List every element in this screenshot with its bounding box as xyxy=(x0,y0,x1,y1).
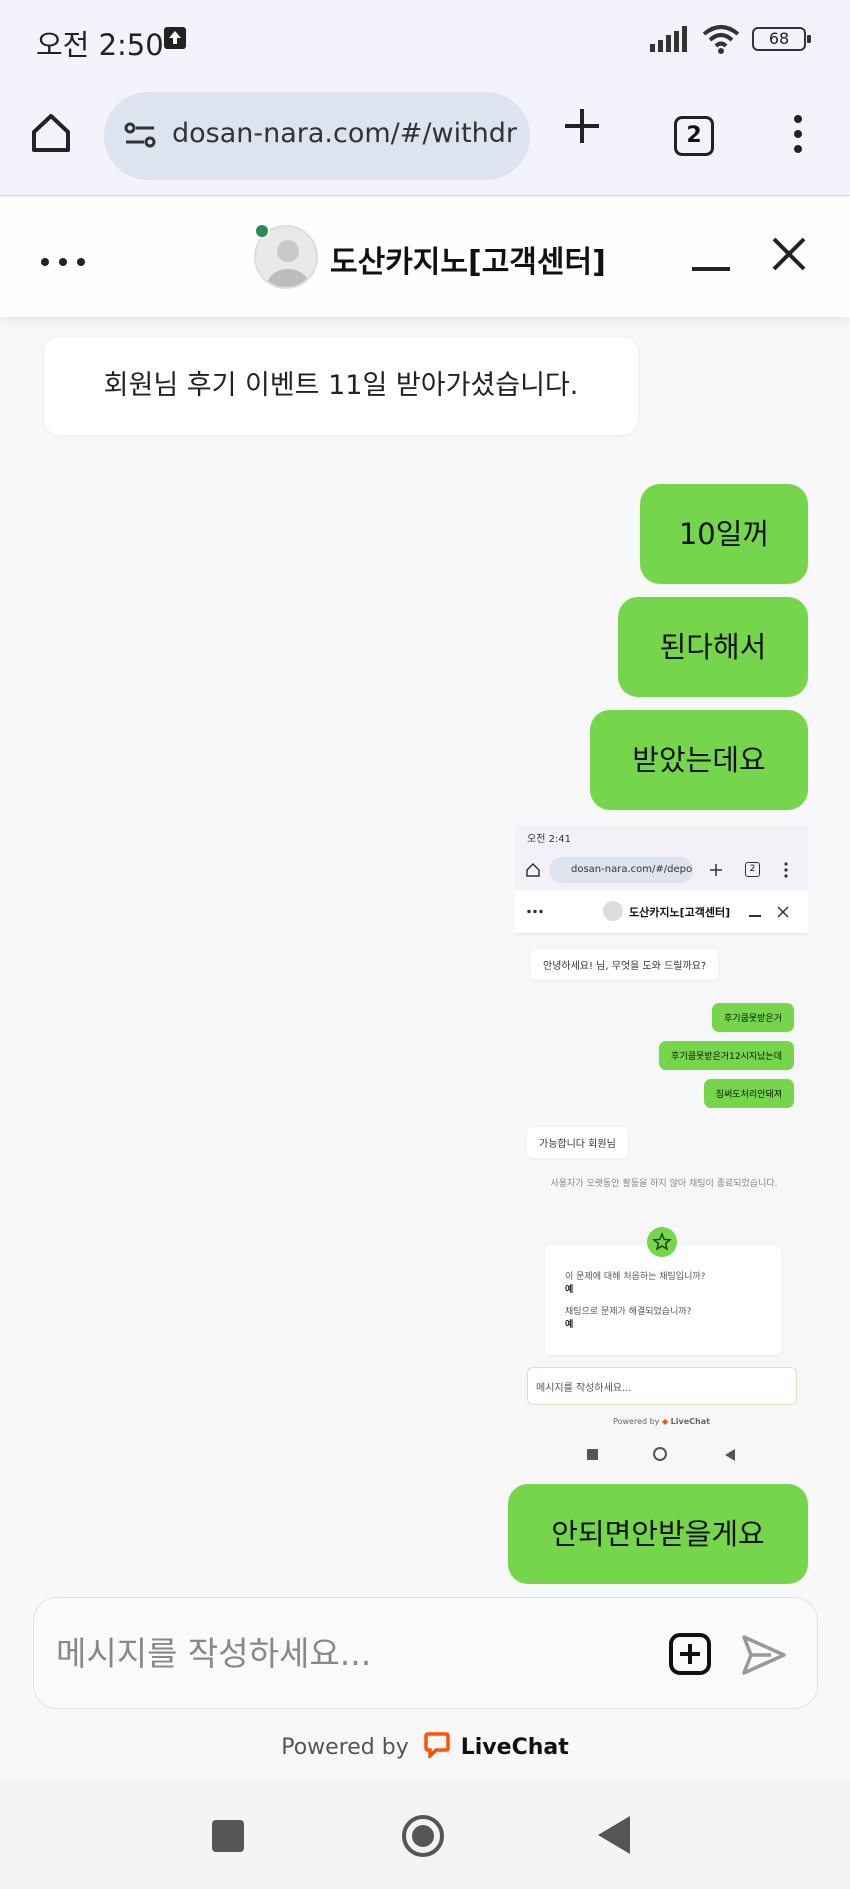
attachment-browser-bar: dosan-nara.com/#/deposit 2 xyxy=(515,851,808,889)
attachment-avatar xyxy=(603,901,623,921)
status-icons: 68 xyxy=(650,24,811,54)
home-icon[interactable] xyxy=(28,110,74,160)
attachment-nav-home-icon xyxy=(653,1447,667,1461)
attachment-minimize-icon xyxy=(749,915,761,917)
user-message: 안되면안받을게요 xyxy=(508,1484,808,1584)
attachment-home-icon xyxy=(526,862,540,877)
upload-notification-icon xyxy=(164,27,186,49)
send-icon[interactable] xyxy=(741,1634,787,1680)
attachment-nav-bar xyxy=(515,1443,808,1467)
attachment-chat-header: 도산카지노[고객센터] xyxy=(515,891,808,933)
close-icon[interactable] xyxy=(770,235,808,277)
survey-answer: 예 xyxy=(565,1320,574,1330)
system-nav-bar xyxy=(0,1780,850,1889)
attach-icon[interactable] xyxy=(668,1632,712,1680)
attachment-close-icon xyxy=(777,906,789,918)
chat-title: 도산카지노[고객센터] xyxy=(330,245,606,280)
message-list: 회원님 후기 이벤트 11일 받아가셨습니다. 10일꺼 된다해서 받았는데요 … xyxy=(0,317,850,1597)
attachment-plus-icon xyxy=(710,864,722,876)
battery-indicator: 68 xyxy=(752,27,811,51)
attachment-user-message: 후기쿱못받은거 xyxy=(712,1003,794,1032)
survey-question: 채팅으로 문제가 해결되었습니까? xyxy=(565,1307,692,1317)
attachment-url: dosan-nara.com/#/deposit xyxy=(549,857,693,883)
attachment-nav-recents-icon xyxy=(587,1449,598,1460)
powered-by: Powered by LiveChat xyxy=(0,1732,850,1764)
url-text[interactable]: dosan-nara.com/#/withdra xyxy=(172,118,518,149)
status-time: 오전 2:50 xyxy=(36,28,164,62)
nav-back-icon[interactable] xyxy=(598,1816,630,1858)
more-vert-icon[interactable] xyxy=(786,114,810,158)
attachment-more-icon xyxy=(784,862,788,878)
survey-answer: 예 xyxy=(565,1285,574,1295)
powered-by-label: Powered by xyxy=(281,1735,409,1760)
attachment-agent-message: 안녕하세요! 님, 무엇을 도와 드릴까요? xyxy=(531,949,719,980)
attachment-user-message: 후기쿱못받은거12시지났는데 xyxy=(659,1041,794,1070)
attachment-powered-by: Powered by ◆ LiveChat xyxy=(515,1417,808,1426)
user-message: 된다해서 xyxy=(618,597,808,697)
signal-icon xyxy=(650,26,687,52)
attachment-status-bar: 오전 2:41 xyxy=(515,825,808,851)
minimize-icon[interactable] xyxy=(692,267,730,271)
attachment-survey-card: 이 문제에 대해 처음하는 채팅입니까? 예 채팅으로 문제가 해결되었습니까?… xyxy=(545,1245,781,1355)
site-settings-icon[interactable] xyxy=(122,118,158,158)
more-horiz-icon[interactable] xyxy=(40,253,86,272)
attachment-input: 메시지를 작성하세요... xyxy=(527,1367,797,1405)
status-bar: 오전 2:50 68 xyxy=(0,0,850,80)
chat-header: 도산카지노[고객센터] xyxy=(0,197,850,317)
agent-message: 회원님 후기 이벤트 11일 받아가셨습니다. xyxy=(44,337,638,435)
wifi-icon xyxy=(702,25,740,54)
livechat-logo-icon xyxy=(424,1732,450,1764)
livechat-brand[interactable]: LiveChat xyxy=(461,1735,569,1760)
nav-home-icon[interactable] xyxy=(400,1813,446,1863)
attachment-powered-label: Powered by xyxy=(613,1417,660,1426)
address-bar[interactable]: dosan-nara.com/#/withdra xyxy=(104,92,530,180)
user-message: 받았는데요 xyxy=(590,710,808,810)
plus-icon[interactable] xyxy=(562,106,602,150)
tab-switcher-icon[interactable]: 2 xyxy=(674,116,714,156)
browser-toolbar: dosan-nara.com/#/withdra 2 xyxy=(0,80,850,196)
attachment-system-note: 사용자가 오랫동안 활동을 하지 않아 채팅이 종료되었습니다. xyxy=(550,1179,778,1189)
attachment-title: 도산카지노[고객센터] xyxy=(629,906,731,919)
attachment-user-message: 짐써도처리안돼져 xyxy=(703,1079,794,1108)
attachment-brand: LiveChat xyxy=(670,1417,710,1426)
user-message: 10일꺼 xyxy=(640,484,808,584)
message-composer xyxy=(33,1597,818,1709)
attachment-livechat-icon: ◆ xyxy=(661,1417,669,1426)
survey-question: 이 문제에 대해 처음하는 채팅입니까? xyxy=(565,1272,706,1282)
attachment-nav-back-icon xyxy=(725,1449,735,1461)
nav-recents-icon[interactable] xyxy=(212,1820,244,1852)
message-input[interactable] xyxy=(56,1628,616,1678)
attachment-status-time: 오전 2:41 xyxy=(527,834,572,845)
attachment-agent-message: 가능합니다 회원님 xyxy=(527,1127,628,1158)
attachment-tab-count: 2 xyxy=(745,862,760,877)
attachment-dots-icon xyxy=(527,909,543,914)
star-icon xyxy=(647,1227,677,1257)
image-attachment[interactable]: 오전 2:41 dosan-nara.com/#/deposit 2 도산카지노… xyxy=(515,825,808,1477)
online-status-dot xyxy=(254,223,270,239)
